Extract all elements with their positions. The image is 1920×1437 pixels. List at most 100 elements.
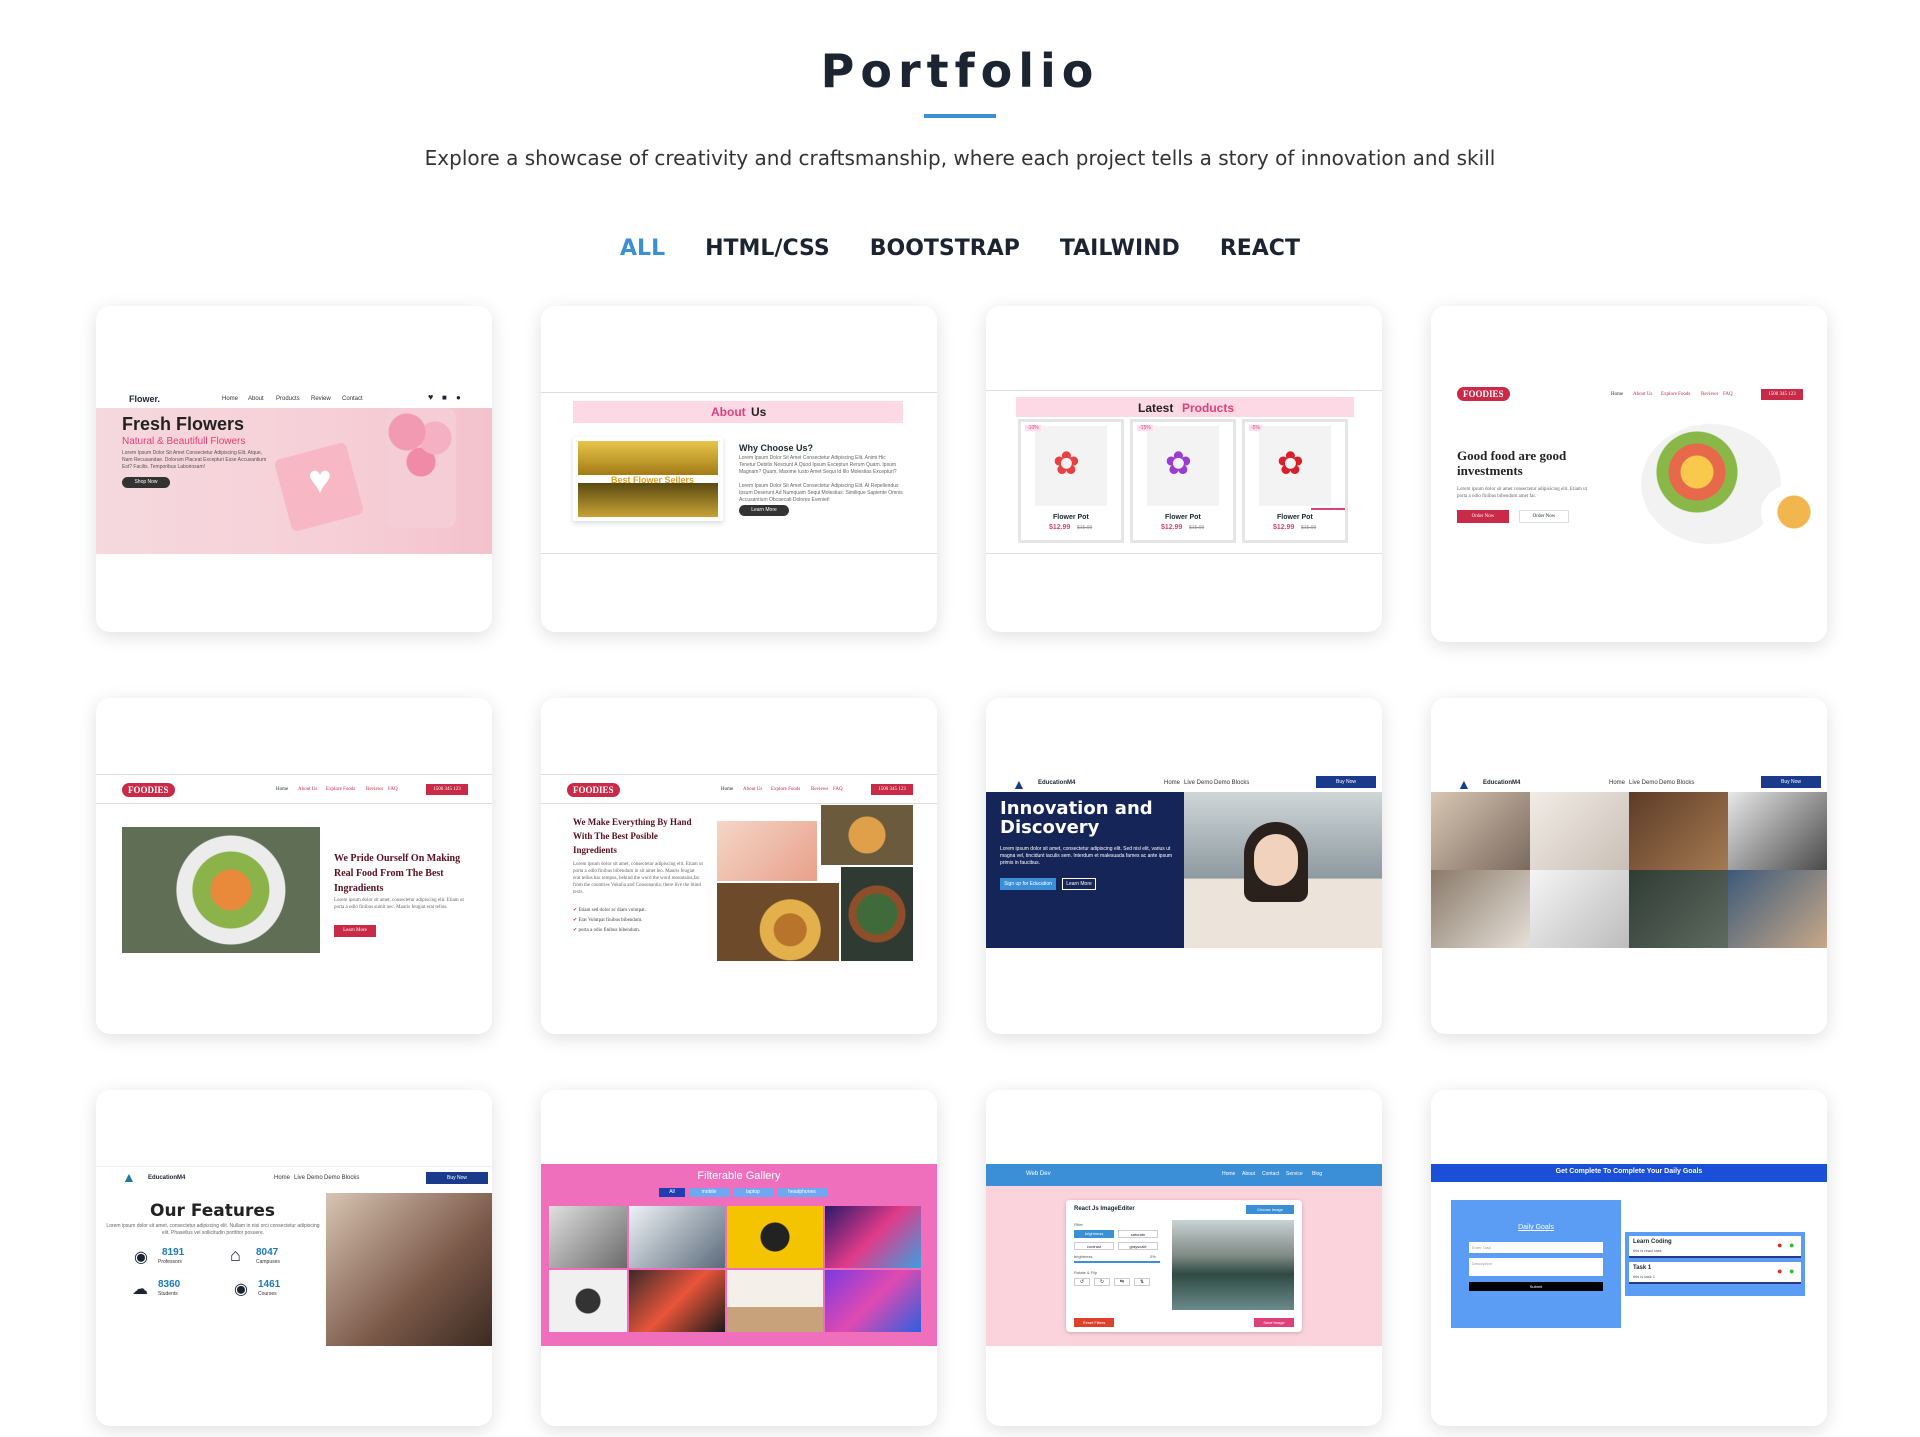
project-screenshot: ▲ EducationM4 Home Live Demo Demo Blocks…	[96, 1166, 492, 1346]
product-card[interactable]: ✿ -10% Flower Pot $12.99 $15.00	[1018, 419, 1124, 543]
professor-icon: ◉	[134, 1249, 148, 1266]
portfolio-card-education-gallery[interactable]: ▲ EducationM4 Home Live Demo Demo Blocks…	[1431, 698, 1827, 1034]
check-icon[interactable]: ●	[1789, 1266, 1794, 1276]
order-now-outline-button[interactable]: Order Now	[1519, 510, 1569, 523]
page-subtitle: Explore a showcase of creativity and cra…	[424, 146, 1496, 170]
submit-button[interactable]: Submit	[1469, 1282, 1603, 1291]
task-list: Learn Coding this is react task ● ● Task…	[1625, 1232, 1805, 1296]
portfolio-card-foodies-pride[interactable]: FOODIES Home About Us Explore Foods Revi…	[96, 698, 492, 1034]
shop-now-button[interactable]: Shop Now	[122, 477, 170, 488]
task-item: Task 1 this is task 1 ● ●	[1629, 1262, 1801, 1284]
project-screenshot: About Us Best Flower Sellers Why Choose …	[541, 392, 937, 554]
logo: Flower.	[129, 394, 161, 404]
task-item: Learn Coding this is react task ● ●	[1629, 1236, 1801, 1258]
buy-now-button[interactable]: Buy Now	[1316, 776, 1376, 788]
food-bowl-image	[122, 827, 320, 953]
rotate-left-icon[interactable]: ↺	[1074, 1278, 1090, 1286]
gallery-image	[629, 1270, 725, 1332]
flip-horizontal-icon[interactable]: ⇆	[1114, 1278, 1130, 1286]
learn-more-button[interactable]: Learn More	[1062, 878, 1096, 890]
project-screenshot: Web Dev Home About Contact Service Blog …	[986, 1164, 1382, 1346]
gallery-image	[549, 1270, 627, 1332]
heart-icon: ♥	[428, 392, 434, 402]
filter-bootstrap[interactable]: BOOTSTRAP	[870, 236, 1020, 261]
gallery-image	[825, 1206, 921, 1268]
project-screenshot: FOODIES Home About Us Explore Foods Revi…	[96, 774, 492, 964]
filter-html-css[interactable]: HTML/CSS	[705, 236, 830, 261]
project-screenshot: Flower. Home About Products Review Conta…	[96, 390, 492, 554]
portfolio-card-our-features[interactable]: ▲ EducationM4 Home Live Demo Demo Blocks…	[96, 1090, 492, 1426]
portfolio-card-daily-goals[interactable]: Get Complete To Complete Your Daily Goal…	[1431, 1090, 1827, 1426]
product-card[interactable]: ✿ -5% Flower Pot $12.99 $15.00	[1242, 419, 1348, 543]
user-icon: ●	[456, 393, 461, 402]
delete-icon[interactable]: ●	[1777, 1240, 1782, 1250]
check-icon[interactable]: ●	[1789, 1240, 1794, 1250]
preview-image	[1172, 1220, 1294, 1310]
gallery-image	[1728, 870, 1827, 948]
portfolio-card-flower-home[interactable]: Flower. Home About Products Review Conta…	[96, 306, 492, 632]
hero-title: Fresh Flowers	[122, 414, 245, 434]
campus-icon: ⌂	[230, 1245, 241, 1265]
cake-image	[717, 821, 817, 881]
page-title: Portfolio	[820, 44, 1100, 98]
gallery-image	[549, 1206, 627, 1268]
learn-more-button[interactable]: Learn More	[334, 925, 376, 937]
project-screenshot: Latest Products ✿ -10% Flower Pot $12.99…	[986, 390, 1382, 554]
gallery-image	[1431, 870, 1530, 948]
cart-icon: ■	[442, 393, 447, 402]
learn-more-button[interactable]: Learn More	[739, 505, 789, 516]
project-screenshot: Get Complete To Complete Your Daily Goal…	[1431, 1164, 1827, 1346]
brightness-slider[interactable]	[1074, 1261, 1160, 1263]
title-underline	[924, 114, 996, 118]
project-screenshot: ▲ EducationM4 Home Live Demo Demo Blocks…	[986, 774, 1382, 954]
task-input[interactable]: Enter Task	[1469, 1242, 1603, 1253]
flower-pot-image: ✿	[1053, 445, 1080, 481]
gallery-image	[727, 1206, 823, 1268]
heart-icon: ♥	[308, 458, 332, 502]
gallery-image	[727, 1270, 823, 1332]
portfolio-card-image-editor[interactable]: Web Dev Home About Contact Service Blog …	[986, 1090, 1382, 1426]
burger-image	[717, 883, 839, 961]
order-now-button[interactable]: Order Now	[1457, 510, 1509, 523]
sign-up-button[interactable]: Sign up for Education	[1000, 878, 1056, 890]
gallery-image	[825, 1270, 921, 1332]
product-card[interactable]: ✿ -15% Flower Pot $12.99 $15.00	[1130, 419, 1236, 543]
pie-image	[821, 805, 913, 865]
gallery-image	[1431, 792, 1530, 870]
gallery-image	[1530, 792, 1629, 870]
reading-woman-image	[326, 1193, 492, 1346]
project-screenshot: FOODIES Home About Us Explore Foods Revi…	[1431, 384, 1827, 564]
gallery-image	[1629, 870, 1728, 948]
delete-icon[interactable]: ●	[1777, 1266, 1782, 1276]
portfolio-card-foodies-hero[interactable]: FOODIES Home About Us Explore Foods Revi…	[1431, 306, 1827, 642]
filter-react[interactable]: REACT	[1220, 236, 1300, 261]
portfolio-card-filterable-gallery[interactable]: Filterable Gallery All mobile laptop hea…	[541, 1090, 937, 1426]
flower-pot-image: ✿	[1277, 445, 1304, 481]
portfolio-card-about-us[interactable]: About Us Best Flower Sellers Why Choose …	[541, 306, 937, 632]
cloud-icon: ☁	[132, 1281, 148, 1298]
project-screenshot: Filterable Gallery All mobile laptop hea…	[541, 1164, 937, 1346]
project-screenshot: FOODIES Home About Us Explore Foods Revi…	[541, 774, 937, 964]
salad-image	[841, 867, 913, 961]
gallery-image	[1629, 792, 1728, 870]
pancake-image	[1761, 484, 1827, 540]
filter-all[interactable]: ALL	[620, 236, 665, 261]
flower-pot-image: ✿	[1165, 445, 1192, 481]
portfolio-card-latest-products[interactable]: Latest Products ✿ -10% Flower Pot $12.99…	[986, 306, 1382, 632]
flip-vertical-icon[interactable]: ⇅	[1134, 1278, 1150, 1286]
rotate-right-icon[interactable]: ↻	[1094, 1278, 1110, 1286]
gallery-image	[1530, 870, 1629, 948]
foodies-logo: FOODIES	[1457, 387, 1510, 401]
portfolio-card-education-hero[interactable]: ▲ EducationM4 Home Live Demo Demo Blocks…	[986, 698, 1382, 1034]
portfolio-card-foodies-handmade[interactable]: FOODIES Home About Us Explore Foods Revi…	[541, 698, 937, 1034]
description-input[interactable]: Description	[1469, 1258, 1603, 1276]
gallery-image	[629, 1206, 725, 1268]
graduation-cap-icon: ▲	[122, 1169, 136, 1185]
user-icon: ◉	[234, 1281, 248, 1298]
food-plate-image	[1641, 424, 1781, 544]
filter-tailwind[interactable]: TAILWIND	[1060, 236, 1180, 261]
graduation-cap-icon: ▲	[1457, 776, 1471, 792]
gallery-image	[1728, 792, 1827, 870]
goal-form: Daily Goals Enter Task Description Submi…	[1451, 1200, 1621, 1328]
tulip-bouquet	[386, 408, 456, 528]
